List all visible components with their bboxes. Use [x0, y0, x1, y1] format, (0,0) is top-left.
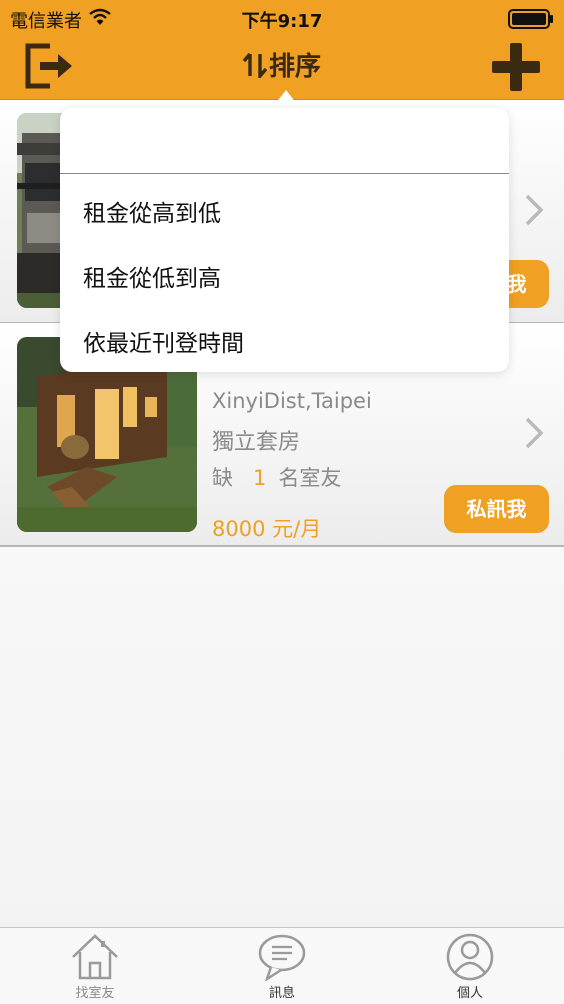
house-icon	[72, 934, 118, 980]
sort-title[interactable]: 排序	[0, 46, 564, 83]
message-button[interactable]: 私訊我	[444, 485, 549, 533]
tab-label: 訊息	[268, 986, 295, 1001]
dropdown-header	[60, 108, 509, 174]
tab-profile[interactable]: 個人	[410, 928, 530, 1004]
vacancy-count: 1	[253, 466, 267, 490]
tab-messages[interactable]: 訊息	[222, 928, 342, 1004]
sort-option-recent[interactable]: 依最近刊登時間	[83, 324, 244, 358]
sort-option-price-desc[interactable]: 租金從高到低	[83, 194, 221, 228]
vacancy-prefix: 缺	[212, 466, 233, 490]
listing-vacancy: 缺 1 名室友	[212, 462, 341, 492]
chevron-right-icon	[525, 417, 544, 449]
sort-icon	[242, 52, 267, 78]
vacancy-suffix: 名室友	[278, 466, 342, 490]
sort-option-price-asc[interactable]: 租金從低到高	[83, 259, 221, 293]
sort-dropdown: 租金從高到低 租金從低到高 依最近刊登時間	[60, 108, 509, 372]
listing-location: XinyiDist,Taipei	[212, 389, 372, 413]
status-bar: 電信業者 下午9:17	[0, 0, 564, 36]
battery-icon	[508, 9, 553, 29]
status-time: 下午9:17	[241, 11, 323, 32]
app-screen: 電信業者 下午9:17 排序 XinyiDist,Taipei 獨立套房 缺 1…	[0, 0, 564, 1004]
sort-title-label: 排序	[268, 52, 321, 82]
tab-find-roommate[interactable]: 找室友	[35, 928, 155, 1004]
chevron-right-icon	[525, 194, 544, 226]
listing-room-type: 獨立套房	[212, 430, 301, 455]
person-icon	[446, 933, 494, 981]
tab-label: 找室友	[75, 986, 115, 1001]
popover-arrow	[272, 90, 300, 108]
nav-header: 電信業者 下午9:17 排序	[0, 0, 564, 100]
add-icon[interactable]	[491, 42, 541, 92]
listing-price: 8000 元/月	[212, 517, 322, 541]
tab-label: 個人	[456, 986, 483, 1001]
chat-bubble-icon	[258, 934, 306, 981]
tab-bar: 找室友 訊息 個人	[0, 927, 564, 1004]
